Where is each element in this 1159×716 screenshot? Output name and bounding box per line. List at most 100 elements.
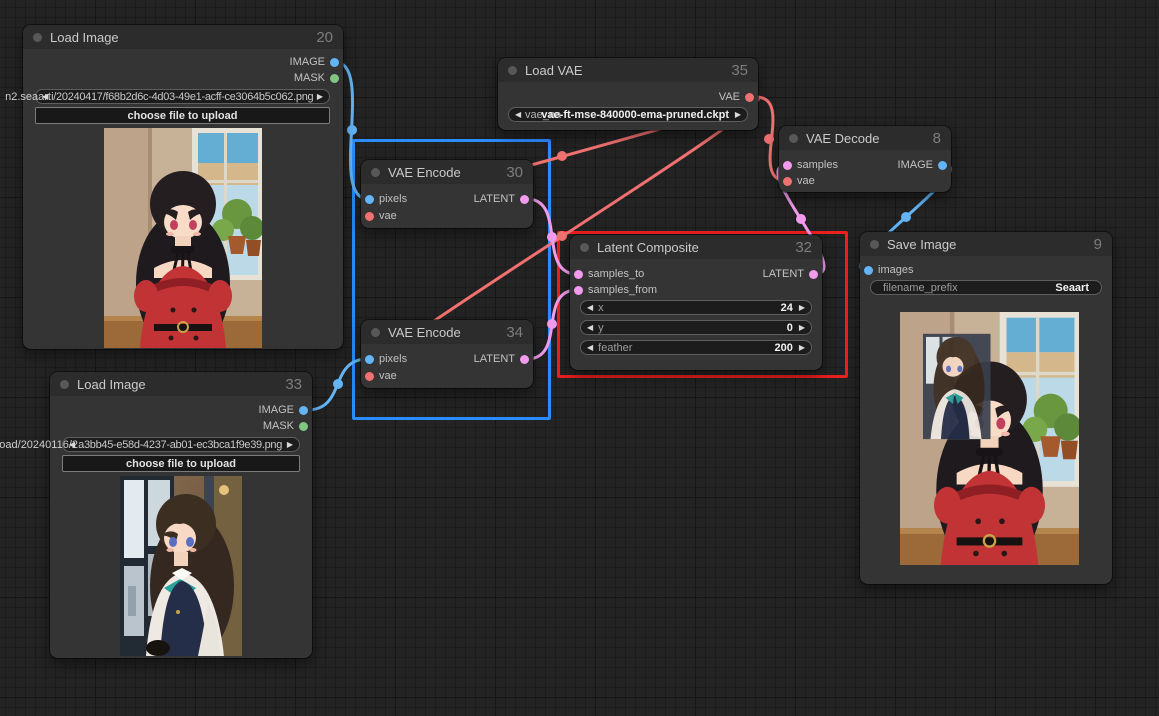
decrement-arrow-icon[interactable]: ◀ [42, 93, 48, 101]
collapse-dot-icon[interactable] [371, 328, 380, 337]
node-id: 30 [506, 164, 523, 181]
image-file-combo[interactable]: oad/20240116/2 ◀ a3bb45-e58d-4237-ab01-e… [62, 437, 300, 452]
node-id: 8 [933, 130, 941, 147]
node-load-image-20[interactable]: Load Image 20 IMAGE MASK n2.seaart ◀ i/2… [23, 25, 343, 349]
output-slot-mask[interactable]: MASK [263, 418, 308, 434]
latent-slot-dot[interactable] [520, 195, 529, 204]
choose-file-button[interactable]: choose file to upload [35, 107, 330, 124]
input-slot-pixels[interactable]: pixels [365, 351, 407, 367]
graph-canvas[interactable]: { "colors": { "image": "#64b5f6", "mask"… [0, 0, 1159, 716]
output-slot-image[interactable]: IMAGE [898, 157, 947, 173]
node-id: 34 [506, 324, 523, 341]
input-slot-vae[interactable]: vae [783, 173, 815, 189]
collapse-dot-icon[interactable] [789, 134, 798, 143]
increment-arrow-icon[interactable]: ▶ [799, 324, 805, 332]
image-slot-dot[interactable] [365, 195, 374, 204]
x-number-widget[interactable]: ◀ x 24 ▶ [580, 300, 812, 315]
latent-slot-dot[interactable] [520, 355, 529, 364]
input-slot-samples[interactable]: samples [783, 157, 838, 173]
decrement-arrow-icon[interactable]: ◀ [515, 111, 521, 119]
decrement-arrow-icon[interactable]: ◀ [587, 344, 593, 352]
latent-slot-dot[interactable] [809, 270, 818, 279]
wire-dot [764, 134, 774, 144]
output-slot-vae[interactable]: VAE [719, 89, 754, 105]
node-vae-encode-34[interactable]: VAE Encode 34 pixels vae LATENT [361, 320, 533, 388]
output-slot-latent[interactable]: LATENT [474, 351, 529, 367]
input-slot-samples-to[interactable]: samples_to [574, 266, 644, 282]
collapse-dot-icon[interactable] [508, 66, 517, 75]
node-titlebar[interactable]: Load Image 33 [50, 372, 312, 396]
node-titlebar[interactable]: VAE Encode 30 [361, 160, 533, 184]
node-title: Latent Composite [597, 240, 699, 255]
wire-dot [796, 214, 806, 224]
feather-number-widget[interactable]: ◀ feather 200 ▶ [580, 340, 812, 355]
node-id: 20 [316, 29, 333, 46]
collapse-dot-icon[interactable] [580, 243, 589, 252]
node-titlebar[interactable]: Latent Composite 32 [570, 235, 822, 259]
node-vae-decode-8[interactable]: VAE Decode 8 samples vae IMAGE [779, 126, 951, 192]
vae-slot-dot[interactable] [365, 372, 374, 381]
node-vae-encode-30[interactable]: VAE Encode 30 pixels vae LATENT [361, 160, 533, 228]
input-slot-images[interactable]: images [864, 262, 913, 278]
load-image-33-preview [120, 476, 242, 656]
mask-slot-dot[interactable] [299, 422, 308, 431]
vae-slot-dot[interactable] [783, 177, 792, 186]
wire-dot [347, 125, 357, 135]
mask-slot-dot[interactable] [330, 74, 339, 83]
save-image-9-preview [900, 312, 1079, 565]
input-slot-vae[interactable]: vae [365, 208, 397, 224]
input-slot-pixels[interactable]: pixels [365, 191, 407, 207]
choose-file-button[interactable]: choose file to upload [62, 455, 300, 472]
node-load-image-33[interactable]: Load Image 33 IMAGE MASK oad/20240116/2 … [50, 372, 312, 658]
increment-arrow-icon[interactable]: ▶ [287, 441, 293, 449]
node-title: Save Image [887, 237, 956, 252]
collapse-dot-icon[interactable] [870, 240, 879, 249]
increment-arrow-icon[interactable]: ▶ [799, 304, 805, 312]
output-slot-image[interactable]: IMAGE [259, 402, 308, 418]
input-slot-vae[interactable]: vae [365, 368, 397, 384]
node-titlebar[interactable]: VAE Encode 34 [361, 320, 533, 344]
increment-arrow-icon[interactable]: ▶ [799, 344, 805, 352]
collapse-dot-icon[interactable] [371, 168, 380, 177]
filename-prefix-widget[interactable]: filename_prefix Seaart [870, 280, 1102, 295]
decrement-arrow-icon[interactable]: ◀ [587, 324, 593, 332]
latent-slot-dot[interactable] [783, 161, 792, 170]
image-slot-dot[interactable] [299, 406, 308, 415]
image-slot-dot[interactable] [365, 355, 374, 364]
collapse-dot-icon[interactable] [33, 33, 42, 42]
node-id: 33 [285, 376, 302, 393]
image-slot-dot[interactable] [938, 161, 947, 170]
output-slot-latent[interactable]: LATENT [474, 191, 529, 207]
vae-slot-dot[interactable] [365, 212, 374, 221]
node-titlebar[interactable]: Save Image 9 [860, 232, 1112, 256]
widget-label: filename_prefix [883, 282, 958, 294]
output-slot-image[interactable]: IMAGE [290, 54, 339, 70]
y-number-widget[interactable]: ◀ y 0 ▶ [580, 320, 812, 335]
widget-value: 0 [787, 322, 793, 334]
node-titlebar[interactable]: VAE Decode 8 [779, 126, 951, 150]
output-slot-latent[interactable]: LATENT [763, 266, 818, 282]
collapse-dot-icon[interactable] [60, 380, 69, 389]
image-slot-dot[interactable] [330, 58, 339, 67]
node-save-image-9[interactable]: Save Image 9 images filename_prefix Seaa… [860, 232, 1112, 584]
increment-arrow-icon[interactable]: ▶ [317, 93, 323, 101]
node-titlebar[interactable]: Load Image 20 [23, 25, 343, 49]
image-slot-dot[interactable] [864, 266, 873, 275]
output-slot-mask[interactable]: MASK [294, 70, 339, 86]
decrement-arrow-icon[interactable]: ◀ [69, 441, 75, 449]
vae-slot-dot[interactable] [745, 93, 754, 102]
node-load-vae-35[interactable]: Load VAE 35 VAE ◀ vae_na vae-ft-mse-8400… [498, 58, 758, 130]
vae-name-combo[interactable]: ◀ vae_na vae-ft-mse-840000-ema-pruned.ck… [508, 107, 748, 122]
latent-slot-dot[interactable] [574, 286, 583, 295]
node-titlebar[interactable]: Load VAE 35 [498, 58, 758, 82]
increment-arrow-icon[interactable]: ▶ [735, 111, 741, 119]
latent-slot-dot[interactable] [574, 270, 583, 279]
image-file-combo[interactable]: n2.seaart ◀ i/20240417/f68b2d6c-4d03-49e… [35, 89, 330, 104]
node-latent-composite-32[interactable]: Latent Composite 32 samples_to samples_f… [570, 235, 822, 370]
node-title: Load Image [77, 377, 146, 392]
filename-text: i/20240417/f68b2d6c-4d03-49e1-acff-ce306… [51, 91, 314, 103]
wire-dot [557, 151, 567, 161]
input-slot-samples-from[interactable]: samples_from [574, 282, 657, 298]
decrement-arrow-icon[interactable]: ◀ [587, 304, 593, 312]
widget-value: 24 [781, 302, 793, 314]
